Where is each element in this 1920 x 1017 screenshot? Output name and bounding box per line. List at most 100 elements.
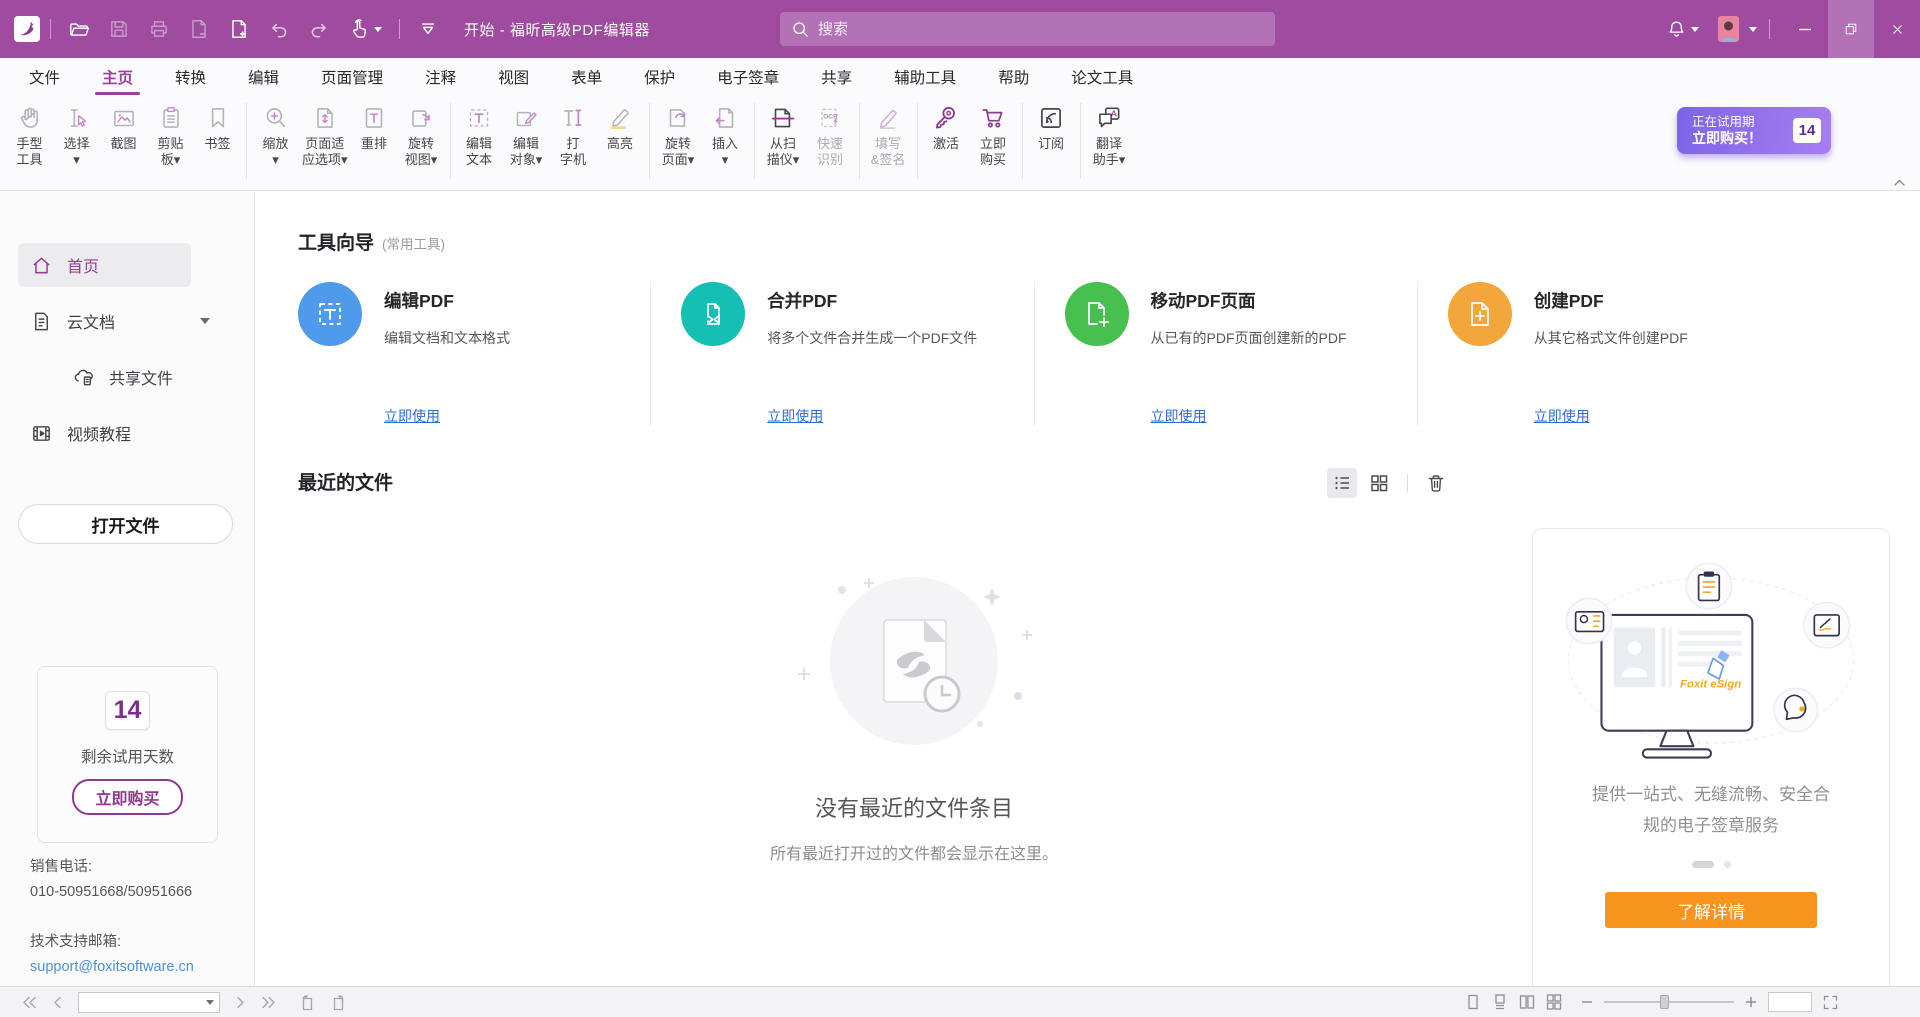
sidebar-item-home[interactable]: 首页 bbox=[18, 243, 191, 287]
menu-item-11[interactable]: 辅助工具 bbox=[873, 58, 977, 95]
tool-card-merge-pdf[interactable]: 合并PDF将多个文件合并生成一个PDF文件立即使用 bbox=[650, 282, 1033, 426]
list-view-button[interactable] bbox=[1327, 468, 1357, 498]
prev-page-button[interactable] bbox=[53, 996, 62, 1009]
menu-item-4[interactable]: 页面管理 bbox=[300, 58, 404, 95]
rotate-left-button[interactable] bbox=[298, 994, 315, 1011]
tool-card-create-pdf[interactable]: 创建PDF从其它格式文件创建PDF立即使用 bbox=[1417, 282, 1800, 426]
tool-rotate-pages[interactable]: 旋转页面▾ bbox=[655, 101, 702, 168]
tool-reflow[interactable]: 重排 bbox=[351, 101, 398, 152]
print-button[interactable] bbox=[148, 18, 170, 40]
tool-label: 对象▾ bbox=[510, 152, 543, 168]
facing-view-button[interactable] bbox=[1519, 994, 1535, 1010]
single-page-view-button[interactable] bbox=[1465, 994, 1481, 1010]
tool-subscribe[interactable]: 订阅 bbox=[1028, 101, 1075, 152]
tool-rotate-view[interactable]: 旋转视图▾ bbox=[398, 101, 445, 168]
ribbon-collapse-icon[interactable] bbox=[417, 18, 439, 40]
minimize-button[interactable] bbox=[1782, 0, 1828, 58]
tool-edit-text[interactable]: 编辑文本 bbox=[456, 101, 503, 168]
new-page-button[interactable] bbox=[228, 18, 250, 40]
tool-zoom[interactable]: 缩放▾ bbox=[252, 101, 299, 168]
page-number-combobox[interactable] bbox=[78, 992, 220, 1013]
sidebar-item-label: 共享文件 bbox=[109, 365, 173, 389]
zoom-in-button[interactable] bbox=[1745, 996, 1757, 1008]
account-dropdown-caret[interactable] bbox=[1749, 27, 1757, 32]
tool-bookmark[interactable]: 书签 bbox=[194, 101, 241, 152]
menu-item-8[interactable]: 保护 bbox=[623, 58, 696, 95]
tool-insert-pages[interactable]: 插入▾ bbox=[702, 101, 749, 168]
carousel-dot-active[interactable] bbox=[1692, 861, 1714, 868]
tool-label: 立即 bbox=[980, 136, 1006, 152]
tool-clipboard[interactable]: 剪贴板▾ bbox=[147, 101, 194, 168]
continuous-view-button[interactable] bbox=[1492, 994, 1508, 1010]
support-email-link[interactable]: support@foxitsoftware.cn bbox=[30, 955, 194, 980]
tool-select-tool[interactable]: 选择▾ bbox=[53, 101, 100, 168]
menu-item-9[interactable]: 电子签章 bbox=[696, 58, 800, 95]
redo-button[interactable] bbox=[308, 18, 330, 40]
menu-item-2[interactable]: 转换 bbox=[154, 58, 227, 95]
open-file-button[interactable] bbox=[68, 18, 90, 40]
tool-activate[interactable]: 激活 bbox=[923, 101, 970, 152]
menu-item-label: 保护 bbox=[644, 66, 675, 88]
zoom-slider[interactable] bbox=[1604, 1001, 1734, 1003]
learn-more-button[interactable]: 了解详情 bbox=[1605, 892, 1817, 928]
menu-item-13[interactable]: 论文工具 bbox=[1050, 58, 1154, 95]
tool-fit-page-options[interactable]: 页面适应选项▾ bbox=[299, 101, 351, 168]
hand-pointer-button[interactable] bbox=[348, 18, 382, 40]
grid-view-button[interactable] bbox=[1364, 468, 1394, 498]
sidebar-item-shared-files[interactable]: 共享文件 bbox=[0, 355, 254, 399]
menu-item-0[interactable]: 文件 bbox=[8, 58, 81, 95]
undo-button[interactable] bbox=[268, 18, 290, 40]
sidebar-item-cloud-docs[interactable]: 云文档 bbox=[0, 299, 254, 343]
tool-translate-assistant[interactable]: A翻译助手▾ bbox=[1086, 101, 1133, 168]
tool-highlight[interactable]: 高亮 bbox=[597, 101, 644, 152]
tool-fill-and-sign[interactable]: 填写&签名 bbox=[865, 101, 912, 168]
menu-item-1[interactable]: 主页 bbox=[81, 58, 154, 95]
carousel-dots bbox=[1692, 861, 1731, 868]
remove-page-button[interactable] bbox=[188, 18, 210, 40]
use-now-link[interactable]: 立即使用 bbox=[1151, 406, 1207, 426]
tool-typewriter[interactable]: 打字机 bbox=[550, 101, 597, 168]
sidebar-item-video-tutorials[interactable]: 视频教程 bbox=[0, 411, 254, 455]
tool-buy-now[interactable]: 立即购买 bbox=[970, 101, 1017, 168]
zoom-slider-thumb[interactable] bbox=[1660, 995, 1669, 1009]
chevron-down-icon[interactable] bbox=[200, 318, 210, 324]
tool-snapshot-tool[interactable]: 截图 bbox=[100, 101, 147, 152]
tool-hand-tool[interactable]: 手型工具 bbox=[6, 101, 53, 168]
open-file-main-button[interactable]: 打开文件 bbox=[18, 504, 233, 544]
last-page-button[interactable] bbox=[261, 996, 276, 1009]
rotate-right-button[interactable] bbox=[331, 994, 348, 1011]
use-now-link[interactable]: 立即使用 bbox=[1534, 406, 1590, 426]
tool-card-move-pdf-pages[interactable]: 移动PDF页面从已有的PDF页面创建新的PDF立即使用 bbox=[1034, 282, 1417, 426]
menu-item-3[interactable]: 编辑 bbox=[227, 58, 300, 95]
buy-now-pill-button[interactable]: 立即购买 bbox=[72, 779, 182, 815]
tool-card-edit-pdf[interactable]: 编辑PDF编辑文档和文本格式立即使用 bbox=[298, 282, 650, 426]
restore-button[interactable] bbox=[1828, 0, 1874, 58]
fullscreen-fit-button[interactable] bbox=[1823, 995, 1838, 1010]
save-button[interactable] bbox=[108, 18, 130, 40]
user-avatar[interactable] bbox=[1718, 16, 1739, 42]
carousel-dot[interactable] bbox=[1724, 861, 1731, 868]
scrollbar-up-arrow-icon[interactable] bbox=[1893, 178, 1906, 188]
use-now-link[interactable]: 立即使用 bbox=[384, 406, 440, 426]
first-page-button[interactable] bbox=[22, 996, 37, 1009]
facing-continuous-view-button[interactable] bbox=[1546, 994, 1562, 1010]
clear-recent-trash-button[interactable] bbox=[1421, 468, 1451, 498]
toolbar-group-separator bbox=[917, 103, 918, 179]
zoom-percent-box[interactable] bbox=[1768, 992, 1812, 1012]
menu-item-5[interactable]: 注释 bbox=[404, 58, 477, 95]
tool-edit-object[interactable]: 编辑对象▾ bbox=[503, 101, 550, 168]
search-input[interactable] bbox=[818, 21, 1263, 38]
notifications-bell-icon[interactable] bbox=[1666, 18, 1699, 40]
next-page-button[interactable] bbox=[236, 996, 245, 1009]
search-box[interactable] bbox=[780, 12, 1275, 46]
menu-item-12[interactable]: 帮助 bbox=[977, 58, 1050, 95]
menu-item-7[interactable]: 表单 bbox=[550, 58, 623, 95]
menu-item-10[interactable]: 共享 bbox=[800, 58, 873, 95]
tool-quick-ocr[interactable]: OCR快速识别 bbox=[807, 101, 854, 168]
use-now-link[interactable]: 立即使用 bbox=[767, 406, 823, 426]
close-button[interactable] bbox=[1874, 0, 1920, 58]
trial-period-badge[interactable]: 正在试用期 立即购买！ 14 bbox=[1677, 107, 1831, 154]
menu-item-6[interactable]: 视图 bbox=[477, 58, 550, 95]
tool-from-scanner[interactable]: 从扫描仪▾ bbox=[760, 101, 807, 168]
zoom-out-button[interactable] bbox=[1581, 996, 1593, 1008]
